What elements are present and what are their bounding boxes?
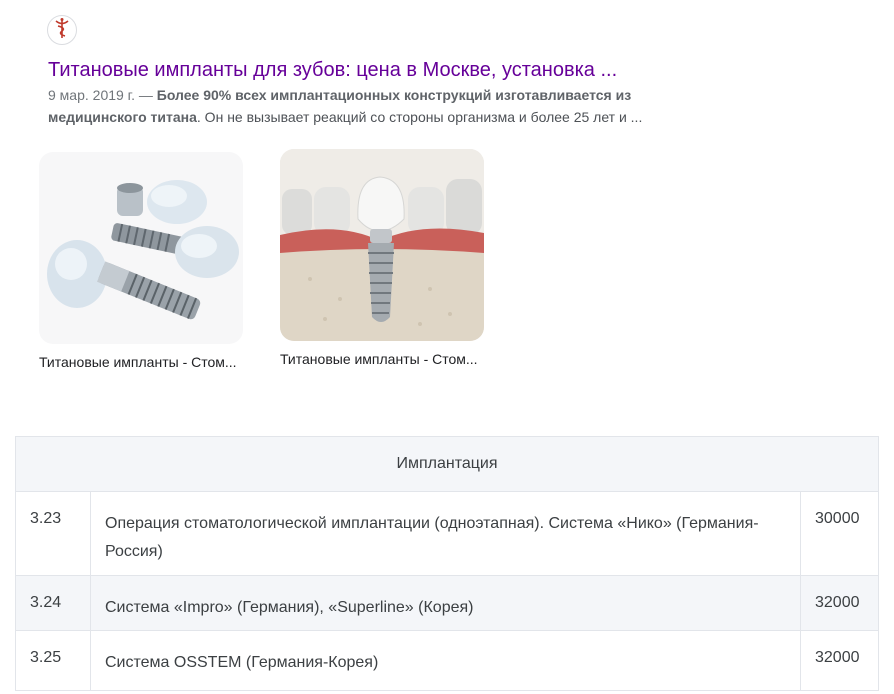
service-price: 32000 xyxy=(800,630,879,691)
snippet-text: . Он не вызывает реакций со стороны орга… xyxy=(196,109,643,125)
caduceus-icon xyxy=(53,17,71,44)
service-code: 3.24 xyxy=(15,575,91,631)
table-row: 3.24 Система «Impro» (Германия), «Superl… xyxy=(15,575,879,631)
service-price: 32000 xyxy=(800,575,879,631)
implant-cross-section-image xyxy=(280,149,484,341)
service-description: Система OSSTEM (Германия-Корея) xyxy=(90,630,801,691)
price-table: Имплантация 3.23 Операция стоматологичес… xyxy=(15,436,879,691)
service-price: 30000 xyxy=(800,491,879,576)
image-result-2[interactable]: Титановые импланты - Стом... xyxy=(280,149,484,367)
table-row: 3.23 Операция стоматологической импланта… xyxy=(15,491,879,576)
service-description: Операция стоматологической имплантации (… xyxy=(90,491,801,576)
service-code: 3.25 xyxy=(15,630,91,691)
image-result-1[interactable]: Титановые импланты - Стом... xyxy=(39,152,243,370)
implant-parts-image xyxy=(39,152,243,344)
table-header-row: Имплантация xyxy=(15,436,879,492)
table-header: Имплантация xyxy=(15,436,879,492)
image-caption: Титановые импланты - Стом... xyxy=(39,354,237,370)
result-date: 9 мар. 2019 г. — xyxy=(48,87,157,103)
result-title-link[interactable]: Титановые импланты для зубов: цена в Мос… xyxy=(48,58,617,82)
image-caption: Титановые импланты - Стом... xyxy=(280,351,478,367)
site-favicon[interactable] xyxy=(47,15,77,45)
table-row: 3.25 Система OSSTEM (Германия-Корея) 320… xyxy=(15,630,879,691)
service-description: Система «Impro» (Германия), «Superline» … xyxy=(90,575,801,631)
result-snippet: 9 мар. 2019 г. — Более 90% всех импланта… xyxy=(48,84,648,128)
service-code: 3.23 xyxy=(15,491,91,576)
